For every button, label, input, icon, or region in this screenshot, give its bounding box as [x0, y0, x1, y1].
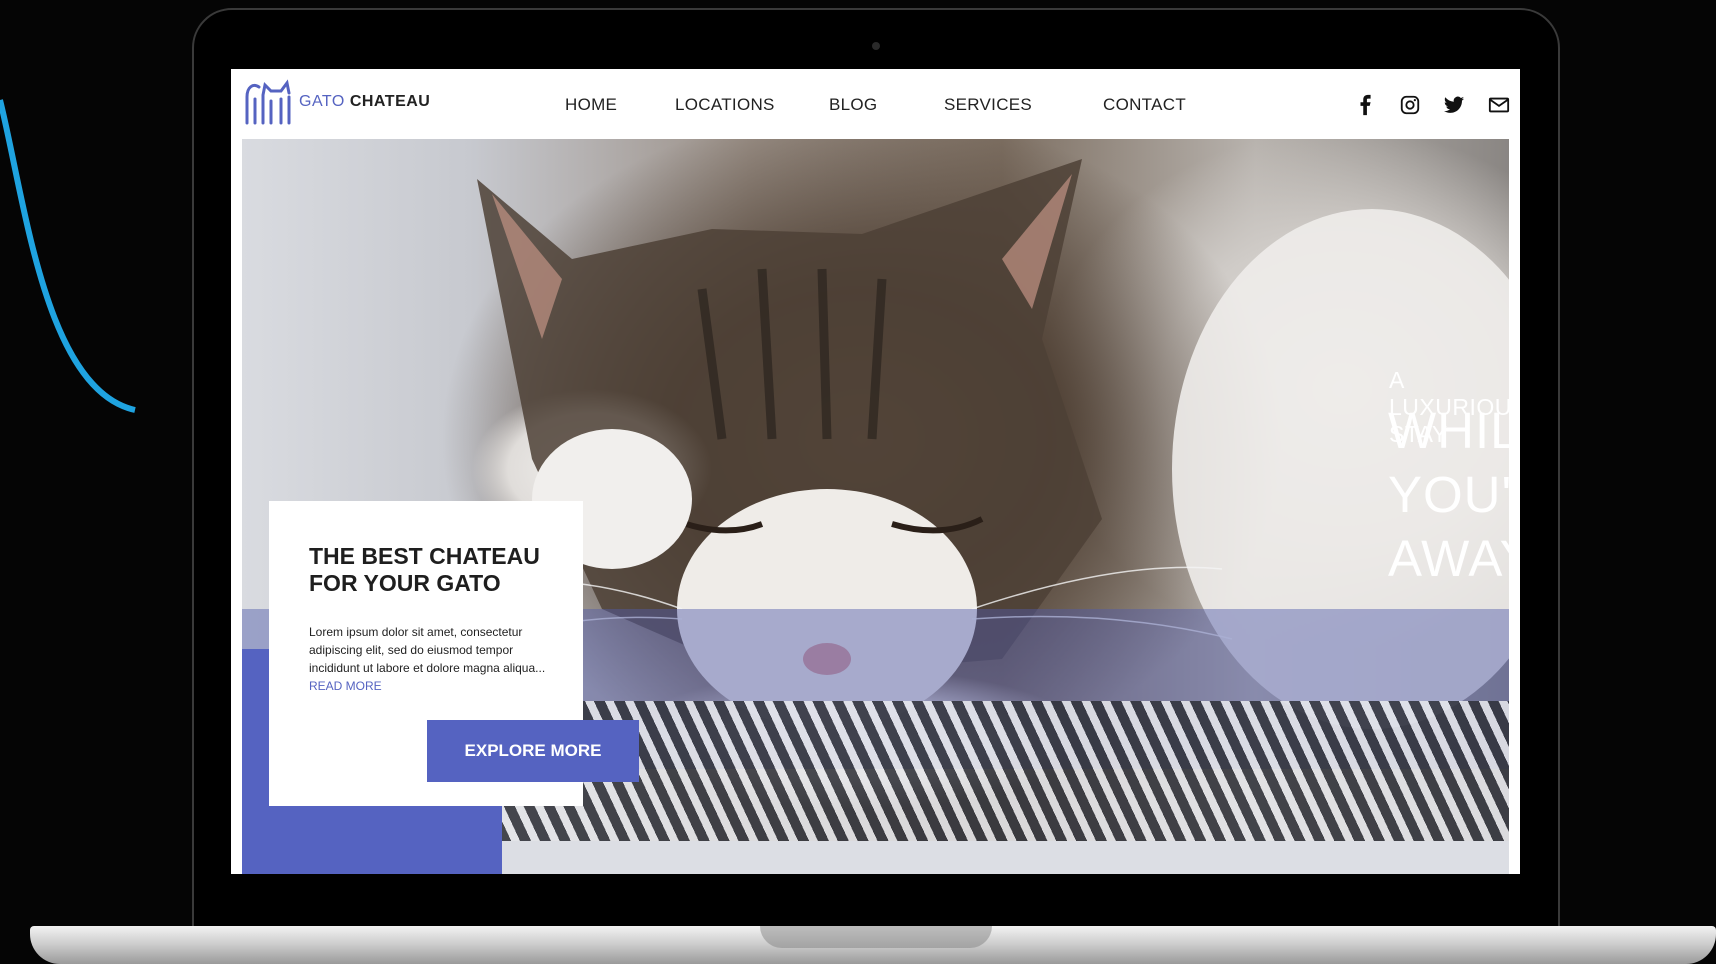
navbar: GATO CHATEAU HOME LOCATIONS BLOG SERVICE…	[231, 69, 1520, 139]
slider-progress-fill	[451, 841, 1509, 874]
website-screen: GATO CHATEAU HOME LOCATIONS BLOG SERVICE…	[231, 69, 1520, 874]
nav-services[interactable]: SERVICES	[944, 95, 1032, 115]
mail-icon[interactable]	[1488, 94, 1510, 116]
facebook-icon[interactable]	[1355, 94, 1377, 116]
card-title: THE BEST CHATEAU FOR YOUR GATO	[309, 543, 549, 597]
twitter-icon[interactable]	[1443, 94, 1465, 116]
nav-contact[interactable]: CONTACT	[1103, 95, 1186, 115]
hero-headline-line2: YOU'RE	[1388, 466, 1520, 523]
hero-headline: WHILE YOU'RE AWAY.	[1388, 399, 1520, 591]
brand-name-part1: GATO	[299, 93, 345, 110]
instagram-icon[interactable]	[1399, 94, 1421, 116]
card-title-line2: FOR YOUR GATO	[309, 570, 501, 596]
card-title-line1: THE BEST CHATEAU	[309, 543, 540, 569]
brand-name: GATO CHATEAU	[299, 93, 430, 111]
laptop-camera	[872, 42, 880, 50]
nav-blog[interactable]: BLOG	[829, 95, 877, 115]
decorative-curve	[0, 99, 136, 413]
card-body-text: Lorem ipsum dolor sit amet, consectetur …	[309, 625, 546, 675]
explore-more-button[interactable]: EXPLORE MORE	[427, 720, 639, 782]
hero-headline-line1: WHILE	[1388, 402, 1520, 459]
nav-home[interactable]: HOME	[565, 95, 617, 115]
laptop-notch	[760, 926, 992, 948]
cat-logo-icon	[245, 79, 291, 125]
nav-locations[interactable]: LOCATIONS	[675, 95, 775, 115]
card-body: Lorem ipsum dolor sit amet, consectetur …	[309, 623, 554, 695]
hero-headline-line3: AWAY.	[1388, 530, 1520, 587]
brand-name-part2: CHATEAU	[349, 93, 431, 110]
brand-logo[interactable]: GATO CHATEAU	[241, 77, 430, 127]
read-more-link[interactable]: READ MORE	[309, 679, 382, 693]
